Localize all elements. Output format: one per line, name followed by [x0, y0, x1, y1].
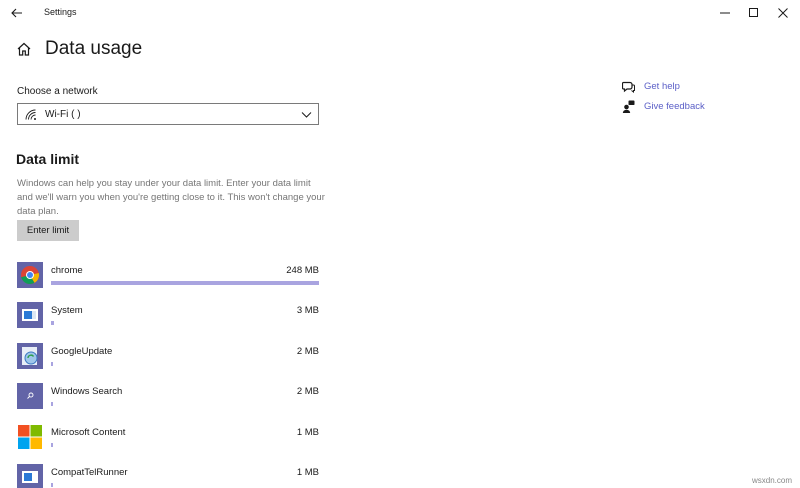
app-size: 2 MB	[296, 346, 319, 357]
get-help-text[interactable]: Get help	[644, 81, 680, 92]
google-update-icon	[17, 343, 43, 369]
close-icon	[778, 8, 788, 18]
app-size: 1 MB	[296, 427, 319, 438]
give-feedback-text[interactable]: Give feedback	[644, 101, 705, 112]
minimize-icon	[720, 12, 730, 14]
app-row-windows-search[interactable]: Windows Search 2 MB	[17, 383, 319, 413]
system-icon	[17, 302, 43, 328]
home-icon[interactable]	[16, 41, 32, 57]
app-size: 3 MB	[296, 305, 319, 316]
back-button[interactable]	[6, 3, 28, 23]
usage-bar-fill	[51, 443, 54, 447]
chat-bubble-icon	[622, 81, 635, 93]
close-button[interactable]	[768, 0, 798, 26]
network-selected-value: Wi-Fi ( )	[45, 109, 81, 120]
app-row-compattelrunner[interactable]: CompatTelRunner 1 MB	[17, 464, 319, 488]
enter-limit-button[interactable]: Enter limit	[17, 220, 79, 241]
app-row-system[interactable]: System 3 MB	[17, 302, 319, 332]
usage-bar	[51, 443, 319, 447]
usage-bar	[51, 402, 319, 406]
app-name: GoogleUpdate	[51, 346, 113, 357]
windows-search-icon	[17, 383, 43, 409]
usage-bar-fill	[51, 321, 55, 325]
usage-bar-fill	[51, 402, 54, 406]
network-dropdown[interactable]: Wi-Fi ( )	[17, 103, 319, 125]
usage-bar-fill	[51, 483, 54, 487]
chrome-icon	[17, 262, 43, 288]
usage-bar	[51, 281, 319, 285]
microsoft-content-icon	[17, 424, 43, 450]
feedback-person-icon	[622, 100, 635, 113]
choose-network-label: Choose a network	[17, 86, 98, 97]
usage-bar-fill	[51, 362, 54, 366]
app-row-chrome[interactable]: chrome 248 MB	[17, 262, 319, 292]
watermark: wsxdn.com	[751, 476, 792, 485]
window-title: Settings	[44, 7, 77, 17]
usage-bar	[51, 362, 319, 366]
data-limit-title: Data limit	[16, 151, 80, 167]
app-size: 248 MB	[286, 265, 319, 276]
app-name: Microsoft Content	[51, 427, 126, 438]
data-limit-description: Windows can help you stay under your dat…	[17, 178, 325, 217]
usage-bar-fill	[51, 281, 319, 285]
app-name: CompatTelRunner	[51, 467, 128, 478]
compattelrunner-icon	[17, 464, 43, 488]
maximize-button[interactable]	[739, 0, 769, 26]
wifi-icon	[25, 109, 36, 120]
chevron-down-icon	[301, 112, 312, 118]
usage-bar	[51, 483, 319, 487]
app-name: chrome	[51, 265, 83, 276]
maximize-icon	[749, 8, 758, 17]
app-size: 1 MB	[296, 467, 319, 478]
title-bar: Settings	[0, 0, 800, 26]
usage-bar	[51, 321, 319, 325]
page-title: Data usage	[45, 38, 143, 59]
back-arrow-icon	[11, 8, 22, 18]
app-row-googleupdate[interactable]: GoogleUpdate 2 MB	[17, 343, 319, 373]
app-size: 2 MB	[296, 386, 319, 397]
app-name: Windows Search	[51, 386, 123, 397]
app-name: System	[51, 305, 83, 316]
minimize-button[interactable]	[710, 0, 740, 26]
app-row-microsoft-content[interactable]: Microsoft Content 1 MB	[17, 424, 319, 454]
